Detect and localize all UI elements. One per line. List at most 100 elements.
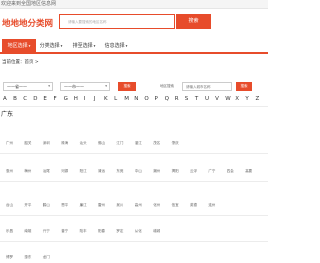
letter-link[interactable]: G	[64, 96, 68, 102]
chevron-down-icon: ▾	[28, 44, 31, 48]
city-link[interactable]: 雷州	[98, 203, 105, 208]
city-link[interactable]: 陆丰	[80, 229, 87, 234]
city-link[interactable]: 南雄	[24, 229, 31, 234]
city-link[interactable]: 博罗	[6, 255, 13, 260]
divider	[0, 106, 268, 107]
letter-link[interactable]: U	[205, 96, 209, 102]
nav-tab-region[interactable]: 地区选择▾	[2, 39, 36, 54]
search-button[interactable]: 搜索	[176, 14, 211, 29]
city-link[interactable]: 惠东	[24, 255, 31, 260]
city-link[interactable]: 江门	[116, 141, 123, 146]
chevron-down-icon: ▾	[105, 84, 107, 88]
nav-tab-category[interactable]: 分类选择▾	[34, 39, 68, 54]
city-row: 台山 开平 鹤山 恩平 廉江 雷州 吴川 高州 化州 信宜 英德 连州	[0, 203, 268, 211]
city-link[interactable]: 肇庆	[172, 141, 179, 146]
keyword-label: 地区搜索	[160, 84, 174, 88]
letter-link[interactable]: L	[114, 96, 117, 102]
nav-tab-sort[interactable]: 排至选择▾	[67, 39, 101, 54]
letter-link[interactable]: O	[144, 96, 148, 102]
city-link[interactable]: 东莞	[116, 169, 123, 174]
city-link[interactable]: 阳春	[98, 229, 105, 234]
city-link[interactable]: 珠海	[61, 141, 68, 146]
city-link[interactable]: 广宁	[208, 169, 215, 174]
city-link[interactable]: 信宜	[172, 203, 179, 208]
city-link[interactable]: 吴川	[116, 203, 123, 208]
letter-link[interactable]: F	[54, 96, 57, 102]
filter-search-button[interactable]: 搜索	[118, 82, 136, 91]
city-link[interactable]: 湛江	[135, 141, 142, 146]
city-link[interactable]: 清远	[98, 169, 105, 174]
letter-link[interactable]: Z	[256, 96, 260, 102]
province-select[interactable]: ——省—— ▾	[3, 82, 53, 91]
city-link[interactable]: 河源	[61, 169, 68, 174]
city-link[interactable]: 鹤山	[43, 203, 50, 208]
city-link[interactable]: 增城	[153, 229, 160, 234]
city-link[interactable]: 从化	[135, 229, 142, 234]
breadcrumb[interactable]: 当前位置：首页 >	[2, 59, 39, 65]
city-select[interactable]: ——市—— ▾	[60, 82, 110, 91]
city-link[interactable]: 云浮	[190, 169, 197, 174]
letter-link[interactable]: J	[94, 96, 96, 102]
city-link[interactable]: 广州	[6, 141, 13, 146]
letter-link[interactable]: N	[134, 96, 138, 102]
letter-link[interactable]: K	[104, 96, 108, 102]
search-box	[59, 14, 175, 29]
chevron-down-icon: ▾	[48, 84, 50, 88]
city-link[interactable]: 英德	[190, 203, 197, 208]
letter-link[interactable]: V	[215, 96, 219, 102]
city-link[interactable]: 高要	[245, 169, 252, 174]
letter-link[interactable]: T	[195, 96, 198, 102]
city-link[interactable]: 佛山	[98, 141, 105, 146]
city-link[interactable]: 罗定	[116, 229, 123, 234]
city-link[interactable]: 惠州	[6, 169, 13, 174]
letter-link[interactable]: H	[74, 96, 78, 102]
city-link[interactable]: 韶关	[24, 141, 31, 146]
city-row: 广州 韶关 深圳 珠海 汕头 佛山 江门 湛江 茂名 肇庆	[0, 141, 268, 149]
letter-link[interactable]: X	[235, 96, 239, 102]
city-select-value: ——市——	[64, 84, 84, 89]
city-link[interactable]: 茂名	[153, 141, 160, 146]
city-link[interactable]: 化州	[153, 203, 160, 208]
city-link[interactable]: 开平	[24, 203, 31, 208]
nav-tab-info[interactable]: 信息选择▾	[99, 39, 133, 54]
keyword-input[interactable]	[182, 82, 232, 91]
city-link[interactable]: 高州	[135, 203, 142, 208]
letter-link[interactable]: Y	[245, 96, 248, 102]
city-link[interactable]: 台山	[6, 203, 13, 208]
city-link[interactable]: 汕头	[80, 141, 87, 146]
city-link[interactable]: 龙门	[43, 255, 50, 260]
city-link[interactable]: 梅州	[24, 169, 31, 174]
city-link[interactable]: 阳江	[80, 169, 87, 174]
search-input[interactable]	[68, 17, 172, 27]
city-link[interactable]: 深圳	[43, 141, 50, 146]
letter-link[interactable]: M	[124, 96, 129, 102]
city-link[interactable]: 兴宁	[43, 229, 50, 234]
letter-link[interactable]: E	[43, 96, 46, 102]
nav-tab-label: 分类选择	[39, 43, 60, 49]
divider	[0, 215, 268, 216]
letter-link[interactable]: P	[155, 96, 158, 102]
city-link[interactable]: 普宁	[61, 229, 68, 234]
letter-link[interactable]: B	[13, 96, 17, 102]
city-link[interactable]: 恩平	[61, 203, 68, 208]
letter-link[interactable]: S	[185, 96, 189, 102]
letter-link[interactable]: W	[225, 96, 230, 102]
city-link[interactable]: 乐昌	[6, 229, 13, 234]
city-link[interactable]: 揭阳	[172, 169, 179, 174]
city-link[interactable]: 中山	[135, 169, 142, 174]
city-link[interactable]: 四会	[227, 169, 234, 174]
nav-tab-label: 信息选择	[104, 43, 125, 49]
city-link[interactable]: 廉江	[80, 203, 87, 208]
keyword-search-button[interactable]: 搜索	[236, 82, 252, 91]
letter-link[interactable]: I	[84, 96, 86, 102]
city-link[interactable]: 汕尾	[43, 169, 50, 174]
letter-link[interactable]: C	[23, 96, 27, 102]
chevron-down-icon: ▾	[60, 44, 63, 48]
letter-link[interactable]: D	[33, 96, 37, 102]
letter-link[interactable]: A	[3, 96, 7, 102]
letter-link[interactable]: R	[175, 96, 179, 102]
city-link[interactable]: 潮州	[153, 169, 160, 174]
site-logo[interactable]: 地地地分类网	[2, 17, 53, 29]
letter-link[interactable]: Q	[165, 96, 169, 102]
city-link[interactable]: 连州	[208, 203, 215, 208]
